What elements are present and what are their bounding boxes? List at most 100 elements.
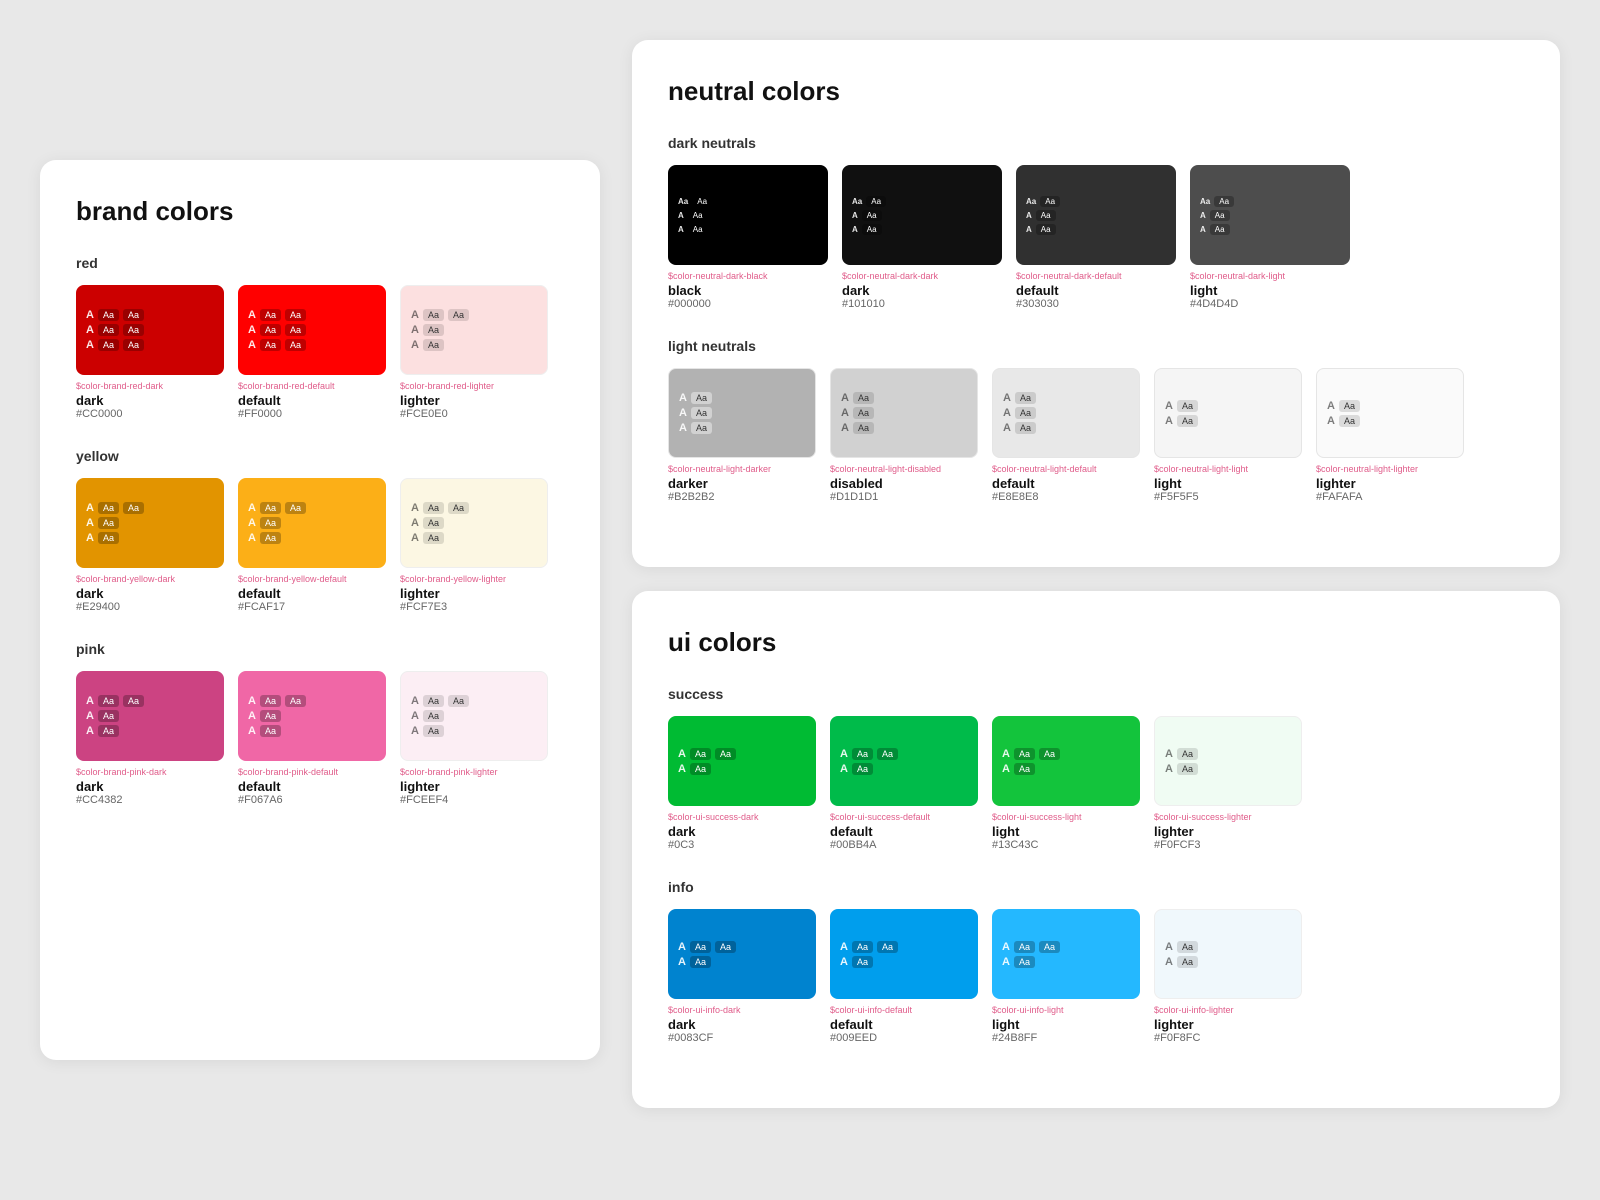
card-hex: #FAFAFA [1316, 491, 1464, 503]
card-token: $color-neutral-light-light [1154, 464, 1302, 474]
card-hex: #4D4D4D [1190, 298, 1350, 310]
ui-title: ui colors [668, 627, 1524, 658]
card-token: $color-ui-info-default [830, 1005, 978, 1015]
card-token: $color-ui-info-dark [668, 1005, 816, 1015]
card-hex: #F0F8FC [1154, 1032, 1302, 1044]
card-name: default [238, 586, 386, 601]
color-card: AaAa AAa AAa $color-neutral-dark-default… [1016, 165, 1176, 310]
brand-title: brand colors [76, 196, 564, 227]
color-swatch: AAaAa AAa AAa [400, 285, 548, 375]
color-swatch: AAaAa AAaAa AAaAa [238, 285, 386, 375]
color-card: AAaAa AAa AAa $color-brand-red-lighter l… [400, 285, 548, 420]
card-name: lighter [1154, 824, 1302, 839]
color-swatch: AAaAa AAa [830, 716, 978, 806]
pink-label: pink [76, 641, 564, 657]
card-name: lighter [400, 393, 548, 408]
card-token: $color-brand-pink-lighter [400, 767, 548, 777]
card-name: dark [76, 393, 224, 408]
card-name: default [238, 393, 386, 408]
dark-neutrals-label: dark neutrals [668, 135, 1524, 151]
success-section: success AAaAa AAa $color-ui-success-dark… [668, 686, 1524, 851]
color-card: AaAa AAa AAa $color-neutral-dark-light l… [1190, 165, 1350, 310]
color-card: AAaAa AAa $color-ui-success-light light … [992, 716, 1140, 851]
card-token: $color-brand-yellow-lighter [400, 574, 548, 584]
card-hex: #009EED [830, 1032, 978, 1044]
color-swatch: AAa AAa AAa [992, 368, 1140, 458]
card-token: $color-brand-pink-dark [76, 767, 224, 777]
card-hex: #24B8FF [992, 1032, 1140, 1044]
color-card: AAa AAa $color-ui-success-lighter lighte… [1154, 716, 1302, 851]
card-name: default [1016, 283, 1176, 298]
card-name: default [238, 779, 386, 794]
card-token: $color-neutral-light-default [992, 464, 1140, 474]
card-token: $color-neutral-dark-black [668, 271, 828, 281]
card-hex: #13C43C [992, 839, 1140, 851]
card-token: $color-ui-info-light [992, 1005, 1140, 1015]
card-name: lighter [400, 586, 548, 601]
card-name: dark [668, 1017, 816, 1032]
color-swatch: AAa AAa AAa [668, 368, 816, 458]
color-card: AAaAa AAa AAa $color-brand-pink-default … [238, 671, 386, 806]
card-hex: #000000 [668, 298, 828, 310]
card-hex: #FCAF17 [238, 601, 386, 613]
color-card: AAa AAa AAa $color-neutral-light-disable… [830, 368, 978, 503]
card-token: $color-brand-yellow-default [238, 574, 386, 584]
info-color-row: AAaAa AAa $color-ui-info-dark dark #0083… [668, 909, 1524, 1044]
color-card: AAaAa AAa AAa $color-brand-yellow-defaul… [238, 478, 386, 613]
color-swatch: AAaAa AAa [992, 909, 1140, 999]
color-card: AAaAa AAa AAa $color-brand-pink-dark dar… [76, 671, 224, 806]
card-name: light [992, 1017, 1140, 1032]
color-swatch: AAa AAa [1154, 716, 1302, 806]
card-name: light [1190, 283, 1350, 298]
card-name: lighter [400, 779, 548, 794]
color-swatch: AaAa AAa AAa [668, 165, 828, 265]
brand-colors-panel: brand colors red AAaAa AAaAa AAaAa $colo… [40, 160, 600, 1060]
card-hex: #0083CF [668, 1032, 816, 1044]
card-name: light [992, 824, 1140, 839]
color-swatch: AAa AAa AAa [830, 368, 978, 458]
pink-section: pink AAaAa AAa AAa $color-brand-pink-dar… [76, 641, 564, 806]
card-name: disabled [830, 476, 978, 491]
color-card: AAaAa AAa $color-ui-info-default default… [830, 909, 978, 1044]
color-card: AAa AAa $color-neutral-light-lighter lig… [1316, 368, 1464, 503]
card-token: $color-neutral-dark-default [1016, 271, 1176, 281]
card-hex: #FCE0E0 [400, 408, 548, 420]
card-token: $color-brand-red-default [238, 381, 386, 391]
card-hex: #CC0000 [76, 408, 224, 420]
light-neutrals-label: light neutrals [668, 338, 1524, 354]
card-token: $color-ui-success-light [992, 812, 1140, 822]
card-name: default [992, 476, 1140, 491]
card-hex: #B2B2B2 [668, 491, 816, 503]
card-token: $color-neutral-light-lighter [1316, 464, 1464, 474]
success-color-row: AAaAa AAa $color-ui-success-dark dark #0… [668, 716, 1524, 851]
card-name: dark [76, 779, 224, 794]
color-card: AAaAa AAa $color-ui-info-dark dark #0083… [668, 909, 816, 1044]
card-hex: #F067A6 [238, 794, 386, 806]
color-swatch: AAaAa AAa AAa [400, 478, 548, 568]
color-card: AaAa AAa AAa $color-neutral-dark-dark da… [842, 165, 1002, 310]
color-swatch: AAa AAa [1316, 368, 1464, 458]
card-token: $color-neutral-dark-light [1190, 271, 1350, 281]
info-section: info AAaAa AAa $color-ui-info-dark dark … [668, 879, 1524, 1044]
neutral-colors-panel: neutral colors dark neutrals AaAa AAa AA… [632, 40, 1560, 567]
color-card: AAa AAa AAa $color-neutral-light-darker … [668, 368, 816, 503]
yellow-section: yellow AAaAa AAa AAa $color-brand-yellow… [76, 448, 564, 613]
color-card: AAa AAa $color-neutral-light-light light… [1154, 368, 1302, 503]
card-token: $color-ui-info-lighter [1154, 1005, 1302, 1015]
pink-color-row: AAaAa AAa AAa $color-brand-pink-dark dar… [76, 671, 564, 806]
info-label: info [668, 879, 1524, 895]
color-swatch: AAaAa AAa [668, 909, 816, 999]
card-name: dark [842, 283, 1002, 298]
card-token: $color-brand-yellow-dark [76, 574, 224, 584]
color-swatch: AAaAa AAa AAa [238, 671, 386, 761]
card-token: $color-neutral-light-disabled [830, 464, 978, 474]
color-card: AaAa AAa AAa $color-neutral-dark-black b… [668, 165, 828, 310]
card-name: dark [76, 586, 224, 601]
card-token: $color-ui-success-lighter [1154, 812, 1302, 822]
ui-colors-panel: ui colors success AAaAa AAa $color-ui-su… [632, 591, 1560, 1108]
card-token: $color-neutral-light-darker [668, 464, 816, 474]
card-hex: #E29400 [76, 601, 224, 613]
dark-neutrals-row: AaAa AAa AAa $color-neutral-dark-black b… [668, 165, 1524, 310]
card-token: $color-ui-success-default [830, 812, 978, 822]
color-card: AAa AAa $color-ui-info-lighter lighter #… [1154, 909, 1302, 1044]
